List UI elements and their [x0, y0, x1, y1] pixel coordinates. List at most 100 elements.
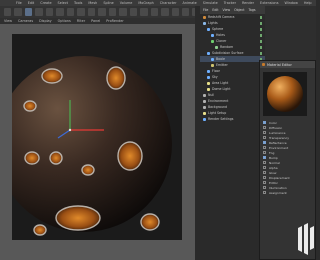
- rotate-tool-button[interactable]: [45, 8, 54, 16]
- object-type-icon: [203, 117, 206, 121]
- material-editor-titlebar[interactable]: Material Editor: [260, 61, 315, 68]
- object-label: Null: [208, 93, 215, 97]
- channel-label: Environment: [269, 145, 289, 150]
- viewport-menu-view[interactable]: View: [4, 19, 12, 23]
- floor-button[interactable]: [171, 8, 179, 16]
- viewport-menu-display[interactable]: Display: [39, 19, 52, 23]
- object-label: Redshift Camera: [208, 15, 235, 19]
- channel-checkbox[interactable]: [263, 161, 266, 164]
- visibility-check-icon[interactable]: [260, 15, 262, 19]
- object-menu-file[interactable]: File: [203, 8, 208, 12]
- menu-item-mesh[interactable]: Mesh: [88, 1, 97, 5]
- object-type-icon: [211, 57, 214, 61]
- menu-item-window[interactable]: Window: [284, 1, 297, 5]
- object-type-icon: [211, 33, 214, 37]
- visibility-check-icon[interactable]: [260, 21, 262, 25]
- deformer-button[interactable]: [161, 8, 169, 16]
- object-label: Cloner: [216, 39, 227, 43]
- channel-label: Alpha: [269, 165, 278, 170]
- visibility-check-icon[interactable]: [260, 33, 262, 37]
- menu-item-character[interactable]: Character: [160, 1, 177, 5]
- object-label: Holes: [216, 33, 225, 37]
- object-label: Floor: [212, 69, 220, 73]
- object-type-icon: [207, 81, 210, 85]
- object-type-icon: [211, 63, 214, 67]
- channel-checkbox[interactable]: [263, 141, 266, 144]
- menu-item-help[interactable]: Help: [304, 1, 312, 5]
- menu-item-tools[interactable]: Tools: [74, 1, 82, 5]
- viewport-menu-filter[interactable]: Filter: [77, 19, 85, 23]
- object-label: Background: [208, 105, 228, 109]
- menu-item-simulate[interactable]: Simulate: [203, 1, 218, 5]
- undo-button[interactable]: [4, 8, 12, 16]
- viewport-menu-cameras[interactable]: Cameras: [18, 19, 33, 23]
- y-axis-button[interactable]: [66, 8, 75, 16]
- render-view-button[interactable]: [87, 8, 96, 16]
- object-menu-object[interactable]: Object: [234, 8, 244, 12]
- channel-checkbox[interactable]: [263, 146, 266, 149]
- channel-checkbox[interactable]: [263, 176, 266, 179]
- x-axis-button[interactable]: [56, 8, 64, 16]
- channel-checkbox[interactable]: [263, 191, 266, 194]
- viewport-menu-panel[interactable]: Panel: [91, 19, 100, 23]
- visibility-check-icon[interactable]: [260, 27, 262, 31]
- menu-item-tracker[interactable]: Tracker: [224, 1, 236, 5]
- channel-checkbox[interactable]: [263, 151, 266, 154]
- redo-button[interactable]: [14, 8, 22, 16]
- channel-checkbox[interactable]: [263, 131, 266, 134]
- subdivision-button[interactable]: [140, 8, 148, 16]
- scale-tool-button[interactable]: [35, 8, 43, 16]
- object-label: Boole: [216, 57, 225, 61]
- render-button[interactable]: [98, 8, 106, 16]
- menu-item-create[interactable]: Create: [40, 1, 51, 5]
- menu-item-edit[interactable]: Edit: [28, 1, 35, 5]
- object-menu-edit[interactable]: Edit: [212, 8, 218, 12]
- object-type-icon: [207, 87, 210, 91]
- channel-label: Illumination: [269, 185, 287, 190]
- viewport-menu-prorender[interactable]: ProRender: [106, 19, 123, 23]
- menu-item-mograph[interactable]: MoGraph: [138, 1, 153, 5]
- channel-checkbox[interactable]: [263, 171, 266, 174]
- cube-button[interactable]: [119, 8, 127, 16]
- object-type-icon: [211, 39, 214, 43]
- render-region[interactable]: [0, 34, 182, 240]
- channel-checkbox[interactable]: [263, 186, 266, 189]
- channel-checkbox[interactable]: [263, 126, 266, 129]
- channel-checkbox[interactable]: [263, 136, 266, 139]
- object-type-icon: [207, 69, 210, 73]
- channel-checkbox[interactable]: [263, 121, 266, 124]
- channel-label: Diffusion: [269, 125, 283, 130]
- object-label: Lights: [208, 21, 218, 25]
- move-tool-button[interactable]: [24, 8, 33, 16]
- channel-checkbox[interactable]: [263, 166, 266, 169]
- menu-item-select[interactable]: Select: [58, 1, 68, 5]
- cloner-button[interactable]: [150, 8, 159, 16]
- menu-item-file[interactable]: File: [16, 1, 22, 5]
- pen-button[interactable]: [129, 8, 138, 16]
- visibility-check-icon[interactable]: [260, 39, 262, 43]
- object-menu-view[interactable]: View: [223, 8, 231, 12]
- visibility-check-icon[interactable]: [260, 51, 262, 55]
- viewport-menu-options[interactable]: Options: [58, 19, 71, 23]
- object-type-icon: [203, 21, 206, 25]
- object-type-icon: [207, 27, 210, 31]
- channel-checkbox[interactable]: [263, 181, 266, 184]
- camera-button[interactable]: [181, 8, 190, 16]
- menu-item-spline[interactable]: Spline: [103, 1, 113, 5]
- menu-item-render[interactable]: Render: [242, 1, 254, 5]
- object-label: Dome Light: [212, 87, 231, 91]
- visibility-check-icon[interactable]: [260, 45, 262, 49]
- object-menu-tags[interactable]: Tags: [249, 8, 256, 12]
- menu-item-volume[interactable]: Volume: [120, 1, 133, 5]
- menu-item-animate[interactable]: Animate: [183, 1, 197, 5]
- object-row[interactable]: Render Settings: [200, 116, 265, 122]
- z-axis-button[interactable]: [77, 8, 85, 16]
- channel-row[interactable]: Assignment: [260, 190, 315, 195]
- object-label: Emitter: [216, 63, 228, 67]
- object-type-icon: [203, 15, 206, 19]
- object-label: Random: [220, 45, 234, 49]
- render-settings-button[interactable]: [108, 8, 117, 16]
- channel-checkbox[interactable]: [263, 156, 266, 159]
- channel-label: Bump: [269, 155, 278, 160]
- menu-item-extensions[interactable]: Extensions: [260, 1, 278, 5]
